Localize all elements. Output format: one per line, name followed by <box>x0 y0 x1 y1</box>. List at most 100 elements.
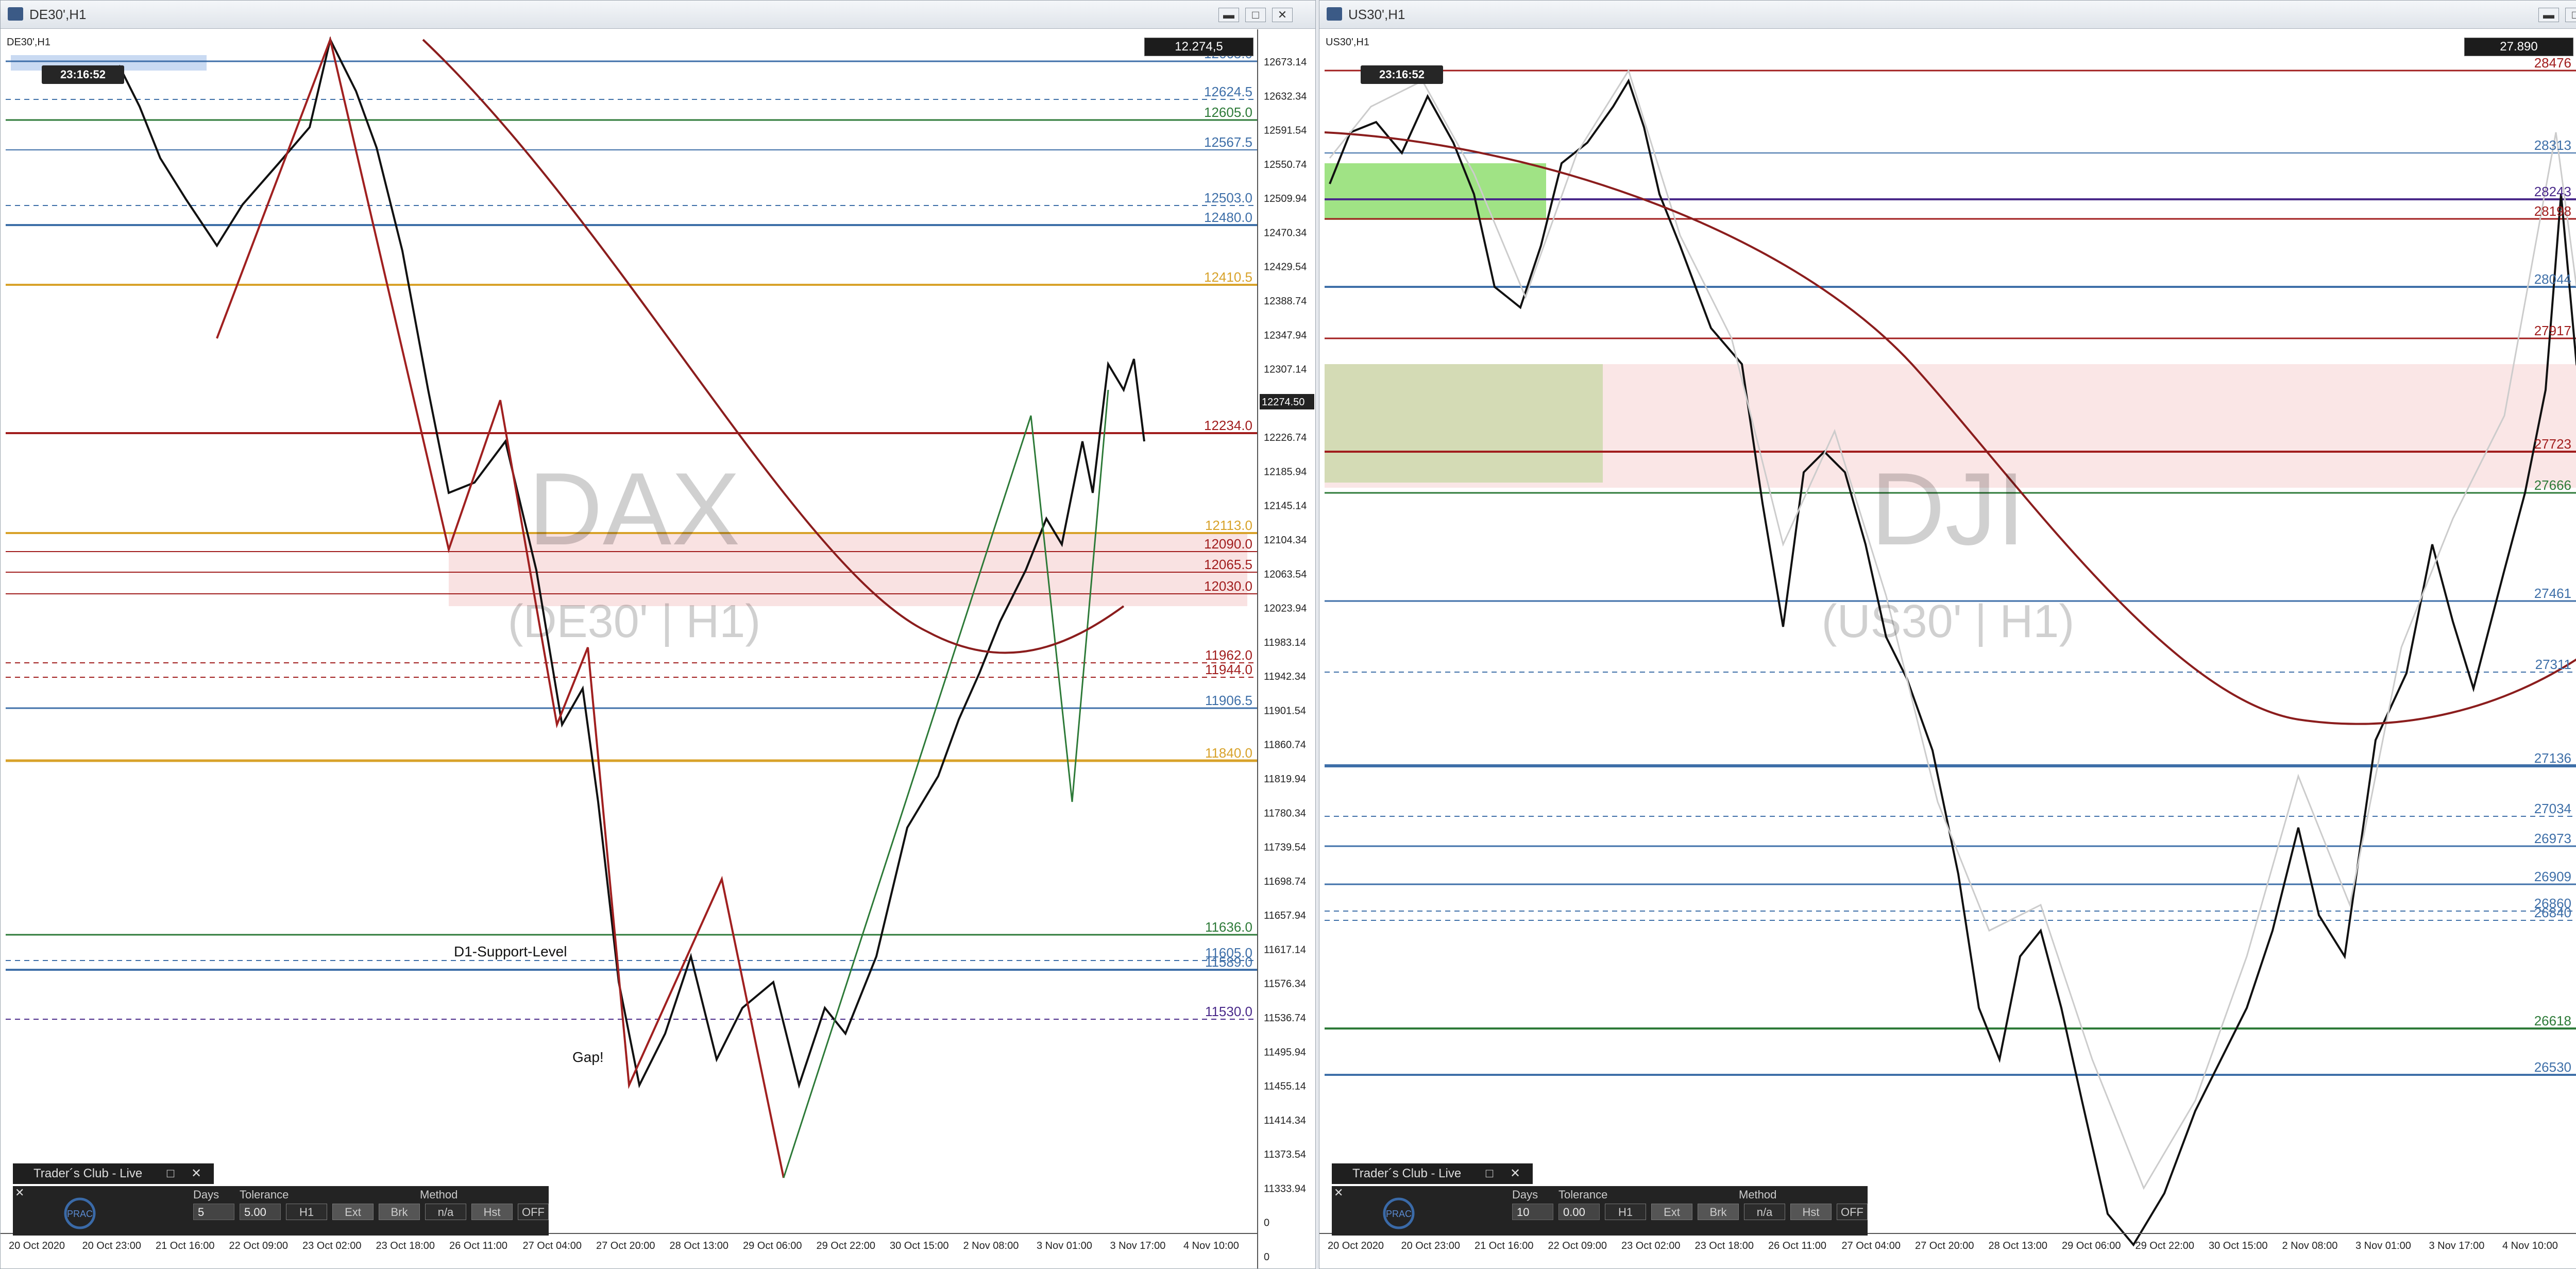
level-label: 28198 <box>2534 203 2571 219</box>
level-label: 26530 <box>2534 1059 2571 1075</box>
y-axis-tick-label: 11901.54 <box>1264 705 1306 716</box>
off-button[interactable]: OFF <box>518 1204 549 1220</box>
y-axis-tick-label: 11576.34 <box>1264 979 1306 990</box>
y-axis-tick-label: 12388.74 <box>1264 296 1307 307</box>
level-label: 12480.0 <box>1204 210 1252 225</box>
level-label: 12113.0 <box>1205 518 1252 533</box>
brk-button[interactable]: Brk <box>379 1204 420 1220</box>
panel-header: Trader´s Club - Live □ ✕ <box>1332 1163 1533 1184</box>
x-axis-tick-label: 27 Oct 20:00 <box>596 1240 655 1251</box>
minimize-button[interactable]: ▬ <box>1218 8 1239 22</box>
maximize-button[interactable]: □ <box>1245 8 1266 22</box>
svg-text:PRAC: PRAC <box>1386 1209 1412 1219</box>
dax-chart-window[interactable]: DE30',H1 ▬ □ ✕ 12673.14 12632.34 12591.54 1… <box>0 0 1316 1269</box>
window-titlebar[interactable]: DE30',H1 ▬ □ ✕ <box>1 1 1315 29</box>
panel-close-button[interactable]: ✕ <box>1507 1165 1523 1182</box>
dji-chart-window[interactable]: US30',H1 ▬ □ ✕ 28503.6128437.6128371.612… <box>1319 0 2576 1269</box>
y-axis-tick-label: 0 <box>1264 1251 1269 1263</box>
level-label: 28313 <box>2534 138 2571 153</box>
y-axis-tick-label: 0 <box>1264 1217 1269 1229</box>
panel-side-close-icon[interactable]: ✕ <box>15 1186 24 1199</box>
tolerance-input[interactable]: 0.00 <box>1558 1204 1600 1220</box>
y-axis-tick-label: 11657.94 <box>1264 910 1306 921</box>
panel-side-close-icon[interactable]: ✕ <box>1334 1186 1343 1199</box>
ext-button[interactable]: Ext <box>332 1204 374 1220</box>
chart-window-icon <box>1327 7 1342 21</box>
brk-button[interactable]: Brk <box>1698 1204 1739 1220</box>
level-label: 28044 <box>2534 271 2571 287</box>
x-axis-tick-label: 3 Nov 01:00 <box>2355 1240 2411 1251</box>
watermark-subtitle: (US30' | H1) <box>1822 596 2075 647</box>
y-axis-tick-label: 12063.54 <box>1264 569 1307 580</box>
dji-price-chart[interactable]: 28503.6128437.6128371.6128303.6128237.61… <box>1319 29 2576 1269</box>
days-input[interactable]: 10 <box>1512 1204 1553 1220</box>
panel-close-button[interactable]: ✕ <box>188 1165 205 1182</box>
x-axis-tick-label: 23 Oct 02:00 <box>1621 1240 1681 1251</box>
x-axis-tick-label: 4 Nov 10:00 <box>1183 1240 1239 1251</box>
level-label: 28476 <box>2534 55 2571 71</box>
panel-title: Trader´s Club - Live <box>33 1167 143 1180</box>
trend-indicator-panel[interactable]: Trader´s Club - Live □ ✕ PRAC Days Toler… <box>13 1163 549 1236</box>
level-label: 27311 <box>2535 657 2571 672</box>
maximize-button[interactable]: □ <box>2565 8 2576 22</box>
bid-price-label: 12274.50 <box>1262 397 1304 408</box>
x-axis-tick-label: 22 Oct 09:00 <box>229 1240 289 1251</box>
timeframe-button[interactable]: H1 <box>286 1204 327 1220</box>
level-label: 11636.0 <box>1205 919 1252 935</box>
panel-restore-button[interactable]: □ <box>1481 1165 1498 1182</box>
days-input[interactable]: 5 <box>193 1204 234 1220</box>
days-label: Days <box>1512 1188 1538 1201</box>
gap-annotation: Gap! <box>572 1049 604 1065</box>
level-label: 11962.0 <box>1205 647 1252 663</box>
level-label: 27461 <box>2534 586 2571 601</box>
close-button[interactable]: ✕ <box>1272 8 1293 22</box>
watermark-symbol: DJI <box>1871 452 2025 567</box>
hst-button[interactable]: Hst <box>1790 1204 1832 1220</box>
y-axis-tick-label: 12145.14 <box>1264 501 1307 512</box>
level-label: 26973 <box>2534 831 2571 846</box>
method-button[interactable]: n/a <box>1744 1204 1785 1220</box>
panel-restore-button[interactable]: □ <box>162 1165 179 1182</box>
y-axis-tick-label: 11536.74 <box>1264 1013 1306 1024</box>
panel-controls: PRAC Days Tolerance Method 5 5.00 H1 Ext… <box>13 1186 549 1236</box>
y-axis-tick-label: 11495.94 <box>1264 1047 1306 1058</box>
window-titlebar[interactable]: US30',H1 ▬ □ ✕ <box>1319 1 2576 29</box>
timeframe-button[interactable]: H1 <box>1605 1204 1646 1220</box>
tolerance-label: Tolerance <box>1558 1188 1608 1201</box>
minimize-button[interactable]: ▬ <box>2538 8 2559 22</box>
dax-price-chart[interactable]: 12673.14 12632.34 12591.54 12550.74 12509.94… <box>1 29 1316 1269</box>
hst-button[interactable]: Hst <box>471 1204 513 1220</box>
x-axis-tick-label: 29 Oct 06:00 <box>2062 1240 2121 1251</box>
tolerance-input[interactable]: 5.00 <box>240 1204 281 1220</box>
level-label: 27666 <box>2534 477 2571 493</box>
y-axis-tick-label: 12470.34 <box>1264 227 1307 238</box>
y-axis-tick-label: 12226.74 <box>1264 432 1307 443</box>
panel-title: Trader´s Club - Live <box>1352 1167 1462 1180</box>
y-axis-tick-label: 12509.94 <box>1264 193 1307 204</box>
method-label: Method <box>420 1188 458 1201</box>
x-axis-tick-label: 21 Oct 16:00 <box>156 1240 215 1251</box>
method-button[interactable]: n/a <box>425 1204 466 1220</box>
svg-text:PRAC: PRAC <box>67 1209 93 1219</box>
symbol-label: DE30',H1 <box>7 37 50 48</box>
off-button[interactable]: OFF <box>1837 1204 1868 1220</box>
window-title: DE30',H1 <box>29 7 87 22</box>
trend-indicator-panel[interactable]: Trader´s Club - Live □ ✕ PRAC Days Toler… <box>1332 1163 1868 1236</box>
y-axis-tick-label: 11455.14 <box>1264 1081 1306 1092</box>
level-label: 28243 <box>2534 184 2571 199</box>
traders-club-logo-icon: PRAC <box>64 1197 96 1229</box>
y-axis-tick-label: 11942.34 <box>1264 671 1306 682</box>
x-axis-tick-label: 23 Oct 02:00 <box>302 1240 362 1251</box>
level-label: 12030.0 <box>1204 578 1252 594</box>
watermark-symbol: DAX <box>528 452 740 567</box>
level-label: 27136 <box>2534 750 2571 766</box>
x-axis-tick-label: 28 Oct 13:00 <box>670 1240 729 1251</box>
x-axis-tick-label: 21 Oct 16:00 <box>1475 1240 1534 1251</box>
x-axis-tick-label: 23 Oct 18:00 <box>1695 1240 1754 1251</box>
chart-window-icon <box>8 7 23 21</box>
y-axis-tick-label: 11414.34 <box>1264 1115 1306 1126</box>
ext-button[interactable]: Ext <box>1651 1204 1692 1220</box>
level-label: 26840 <box>2534 905 2571 920</box>
level-label: 12605.0 <box>1204 105 1252 120</box>
current-price-label: 27.890 <box>2464 38 2573 56</box>
